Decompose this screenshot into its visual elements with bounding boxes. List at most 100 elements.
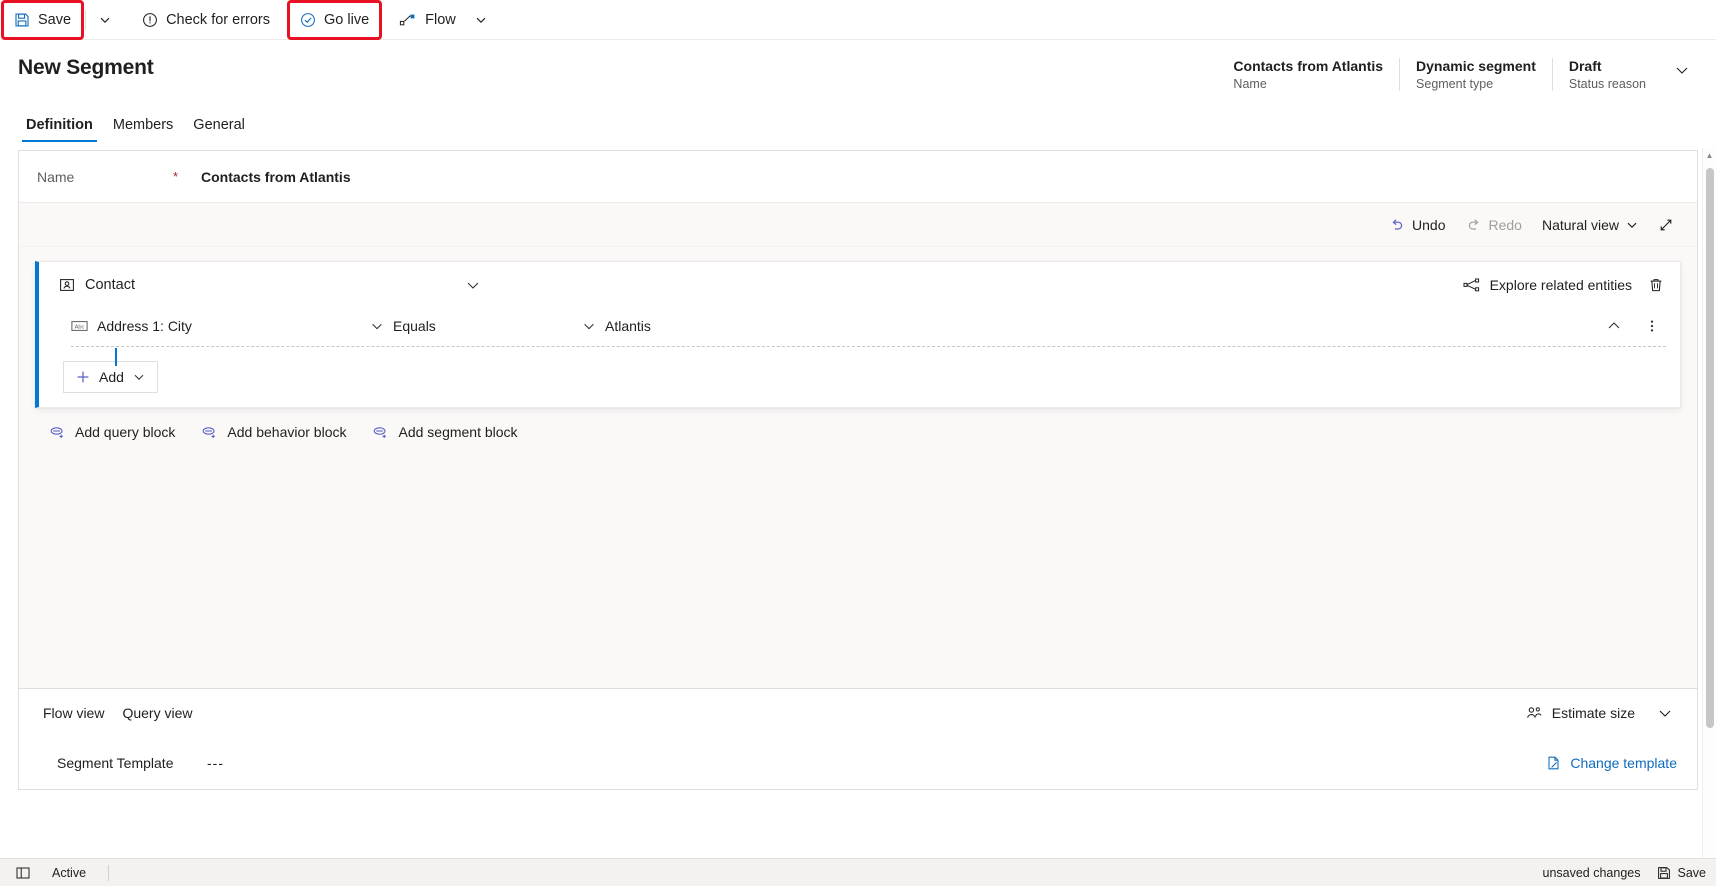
segment-template-label: Segment Template [57, 755, 174, 771]
go-live-button[interactable]: Go live [290, 3, 379, 37]
more-vertical-icon [1641, 315, 1663, 337]
scroll-up-arrow[interactable]: ▲ [1703, 148, 1716, 162]
document-edit-icon [1546, 755, 1562, 771]
entity-title: Contact [59, 277, 135, 293]
header-expand-button[interactable] [1662, 58, 1698, 91]
expand-diagonal-icon [1658, 217, 1674, 233]
add-block-icon [201, 425, 218, 440]
add-behavior-block-label: Add behavior block [227, 424, 347, 440]
tab-members-label: Members [112, 117, 174, 133]
unsaved-changes-label: unsaved changes [1542, 865, 1641, 880]
condition-value[interactable]: Atlantis [605, 318, 1600, 334]
expand-editor-button[interactable] [1649, 210, 1683, 240]
scrollbar-thumb[interactable] [1706, 168, 1714, 728]
page-title: New Segment [18, 56, 154, 79]
add-segment-block-button[interactable]: Add segment block [372, 424, 518, 440]
save-options-caret[interactable] [90, 3, 120, 37]
condition-operator-label: Equals [393, 318, 436, 334]
add-query-block-button[interactable]: Add query block [49, 424, 175, 440]
add-condition-label: Add [99, 369, 124, 385]
redo-button[interactable]: Redo [1457, 210, 1531, 240]
tab-flow-view[interactable]: Flow view [37, 701, 110, 725]
add-condition-button[interactable]: Add [63, 361, 158, 393]
save-button-label: Save [38, 11, 72, 28]
text-field-icon: Abc [71, 319, 88, 333]
definition-card: Name * Contacts from Atlantis Undo Redo … [18, 150, 1698, 790]
svg-text:Abc: Abc [75, 325, 85, 331]
chevron-down-icon [1626, 219, 1638, 231]
query-block-contact: Contact Explore related entities Abc Add… [35, 261, 1681, 408]
meta-name-value: Contacts from Atlantis [1233, 58, 1384, 74]
status-save-button[interactable]: Save [1657, 866, 1706, 880]
chevron-down-icon [99, 14, 111, 26]
contact-entity-icon [59, 277, 75, 293]
condition-field[interactable]: Abc Address 1: City [71, 318, 361, 334]
change-template-label: Change template [1570, 755, 1677, 771]
tab-query-view[interactable]: Query view [116, 701, 198, 725]
flow-label: Flow [425, 11, 456, 28]
change-template-button[interactable]: Change template [1540, 751, 1683, 775]
chevron-down-icon [1674, 62, 1690, 78]
explore-related-entities-button[interactable]: Explore related entities [1463, 277, 1632, 293]
condition-operator[interactable]: Equals [393, 318, 573, 334]
segment-template-row: Segment Template --- Change template [19, 737, 1697, 789]
condition-operator-dropdown-caret[interactable] [573, 319, 605, 333]
status-separator [108, 864, 110, 881]
condition-collapse-button[interactable] [1600, 312, 1628, 340]
condition-field-label: Address 1: City [97, 318, 192, 334]
undo-button[interactable]: Undo [1380, 210, 1454, 240]
plus-icon [76, 370, 90, 384]
condition-field-dropdown-caret[interactable] [361, 319, 393, 333]
record-metadata: Contacts from Atlantis Name Dynamic segm… [1217, 56, 1698, 91]
status-bar-left: Active [10, 864, 115, 881]
meta-segment-type-value: Dynamic segment [1416, 58, 1536, 74]
save-icon [14, 12, 30, 28]
status-bar-right: unsaved changes Save [1543, 866, 1707, 880]
condition-more-button[interactable] [1638, 312, 1666, 340]
tab-definition[interactable]: Definition [18, 113, 101, 142]
people-icon [1525, 705, 1543, 721]
error-circle-icon [142, 12, 158, 28]
bottom-panel-toolbar: Flow view Query view Estimate size [19, 689, 1697, 737]
chevron-down-icon [133, 371, 145, 383]
save-button[interactable]: Save [4, 3, 81, 37]
condition-row: Abc Address 1: City Equals Atlantis [39, 308, 1680, 344]
add-behavior-block-button[interactable]: Add behavior block [201, 424, 346, 440]
go-live-button-highlight: Go live [287, 0, 383, 40]
trash-icon [1648, 277, 1664, 293]
tab-definition-label: Definition [26, 117, 93, 133]
layout-toggle-button[interactable] [10, 866, 36, 880]
name-field-row: Name * Contacts from Atlantis [19, 151, 1697, 203]
query-block-header: Contact Explore related entities [39, 262, 1680, 308]
bottom-panel-expand-button[interactable] [1647, 701, 1683, 725]
page-tabs: Definition Members General [18, 113, 1698, 142]
check-for-errors-button[interactable]: Check for errors [132, 3, 280, 37]
estimate-size-label: Estimate size [1551, 705, 1635, 721]
share-nodes-icon [1463, 277, 1481, 293]
status-bar: Active unsaved changes Save [0, 858, 1716, 886]
view-mode-dropdown[interactable]: Natural view [1533, 210, 1647, 240]
undo-label: Undo [1412, 216, 1446, 233]
flow-options-caret[interactable] [466, 3, 496, 37]
tab-members[interactable]: Members [105, 113, 181, 142]
meta-segment-type-label: Segment type [1416, 77, 1494, 91]
tab-query-view-label: Query view [122, 705, 193, 721]
query-canvas: Contact Explore related entities Abc Add… [19, 247, 1697, 688]
flow-button[interactable]: Flow [389, 3, 466, 37]
delete-block-button[interactable] [1646, 275, 1666, 295]
chevron-up-icon [1603, 315, 1625, 337]
add-segment-block-label: Add segment block [398, 424, 518, 440]
required-indicator: * [173, 169, 179, 184]
query-block-actions: Explore related entities [1463, 275, 1666, 295]
bottom-panel-actions: Estimate size [1517, 701, 1683, 725]
estimate-size-button[interactable]: Estimate size [1517, 701, 1643, 725]
redo-icon [1466, 217, 1482, 233]
name-input[interactable]: Contacts from Atlantis [195, 169, 351, 185]
entity-title-label: Contact [85, 277, 135, 293]
query-block-collapse-button[interactable] [465, 277, 481, 293]
tab-general[interactable]: General [185, 113, 253, 142]
record-state-label: Active [52, 865, 87, 880]
tab-general-label: General [193, 117, 245, 133]
chevron-down-icon [370, 319, 384, 333]
vertical-scrollbar[interactable]: ▲ [1702, 148, 1716, 864]
